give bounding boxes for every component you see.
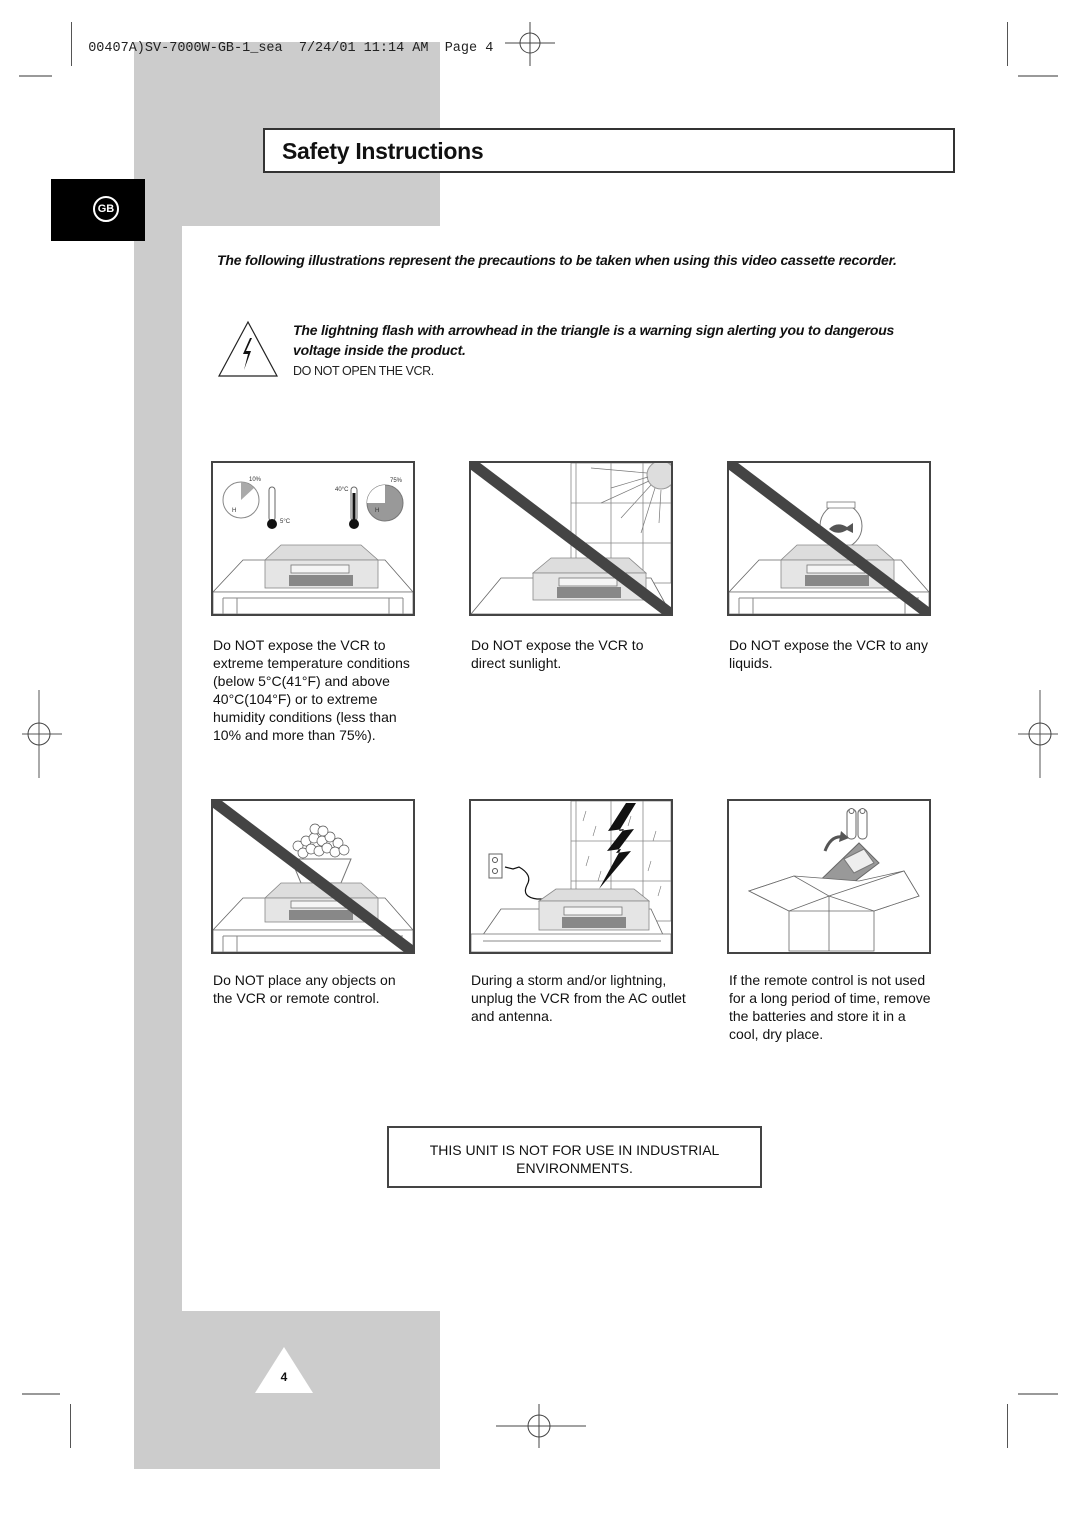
slug-time: 11:14 AM bbox=[363, 41, 429, 56]
caption-remote: If the remote control is not used for a … bbox=[729, 972, 931, 1042]
illustration-temperature: 10% H 5°C 40°C 75% H bbox=[211, 461, 415, 616]
temp-high-label: 40°C bbox=[335, 487, 349, 493]
slug-file: 00407A)SV-7000W-GB-1_sea bbox=[88, 41, 283, 56]
caption-liquids: Do NOT expose the VCR to any liquids. bbox=[729, 637, 928, 671]
crop-mark bbox=[1007, 1404, 1008, 1448]
language-badge: GB bbox=[93, 196, 119, 222]
page-title-box: Safety Instructions bbox=[263, 128, 955, 173]
registration-mark-icon bbox=[1018, 690, 1058, 778]
language-tab: GB bbox=[51, 179, 145, 241]
illustration-liquids bbox=[727, 461, 931, 616]
caption-sunlight: Do NOT expose the VCR to direct sunlight… bbox=[471, 637, 644, 671]
slug-page: Page 4 bbox=[444, 41, 494, 56]
intro-text: The following illustrations represent th… bbox=[217, 252, 897, 268]
industrial-notice: THIS UNIT IS NOT FOR USE IN INDUSTRIAL E… bbox=[387, 1126, 762, 1188]
gray-panel-left bbox=[134, 226, 182, 1312]
registration-mark-icon bbox=[505, 22, 555, 66]
humidity-low-label: 10% bbox=[249, 477, 262, 483]
caption-objects: Do NOT place any objects on the VCR or r… bbox=[213, 972, 396, 1006]
warning-instruction: DO NOT OPEN THE VCR. bbox=[293, 364, 434, 378]
page-title: Safety Instructions bbox=[282, 138, 484, 164]
lightning-triangle-icon bbox=[217, 320, 279, 378]
illustration-sunlight bbox=[469, 461, 673, 616]
registration-mark-icon bbox=[22, 690, 62, 778]
svg-text:H: H bbox=[375, 508, 379, 514]
slug-date: 7/24/01 bbox=[298, 41, 356, 56]
svg-text:H: H bbox=[232, 508, 236, 514]
humidity-high-label: 75% bbox=[390, 478, 403, 484]
crop-mark bbox=[22, 1393, 60, 1395]
caption-storm: During a storm and/or lightning, unplug … bbox=[471, 972, 686, 1024]
crop-mark bbox=[19, 75, 52, 77]
crop-mark bbox=[1018, 75, 1058, 77]
crop-mark bbox=[70, 1404, 71, 1448]
registration-mark-icon bbox=[496, 1404, 586, 1448]
caption-temperature: Do NOT expose the VCR to extreme tempera… bbox=[213, 637, 410, 743]
temp-low-label: 5°C bbox=[280, 519, 291, 525]
page-number: 4 bbox=[280, 1370, 288, 1384]
illustration-remote bbox=[727, 799, 931, 954]
print-slug: 00407A)SV-7000W-GB-1_sea 7/24/01 11:14 A… bbox=[72, 26, 493, 56]
crop-mark bbox=[1007, 22, 1008, 66]
illustration-storm bbox=[469, 799, 673, 954]
illustration-objects bbox=[211, 799, 415, 954]
crop-mark bbox=[1018, 1393, 1058, 1395]
warning-text: The lightning flash with arrowhead in th… bbox=[293, 322, 895, 358]
